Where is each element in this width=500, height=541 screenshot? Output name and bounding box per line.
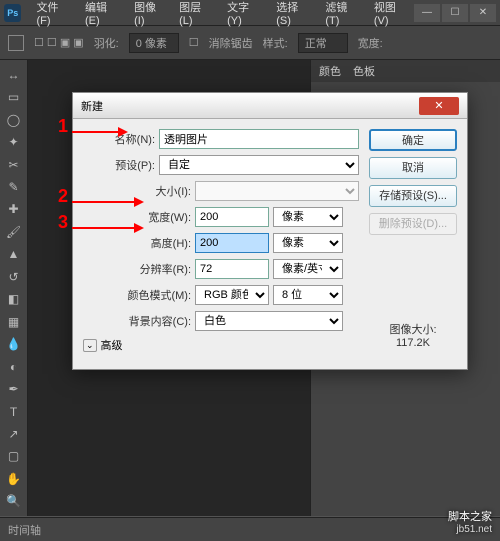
resolution-input[interactable] [195, 259, 269, 279]
style-select[interactable]: 正常 [298, 33, 348, 53]
preset-label: 预设(P): [83, 157, 155, 173]
maximize-button[interactable]: ☐ [442, 4, 468, 22]
image-size-label: 图像大小: [369, 321, 457, 337]
width-unit-select[interactable]: 像素 [273, 207, 343, 227]
dialog-title: 新建 [81, 98, 103, 114]
style-label: 样式: [263, 35, 288, 51]
dialog-titlebar[interactable]: 新建 ✕ [73, 93, 467, 119]
height-input[interactable] [195, 233, 269, 253]
tools-panel: ↔ ▭ ◯ ✦ ✂ ✎ ✚ 🖌 ▲ ↺ ◧ ▦ 💧 ◐ ✒ T ↗ ▢ ✋ 🔍 [0, 60, 28, 516]
width-input[interactable] [195, 207, 269, 227]
timeline-tab[interactable]: 时间轴 [8, 522, 41, 538]
tab-color[interactable]: 颜色 [319, 63, 341, 79]
delete-preset-button: 删除预设(D)... [369, 213, 457, 235]
healing-tool-icon[interactable]: ✚ [2, 199, 26, 220]
crop-tool-icon[interactable]: ✂ [2, 154, 26, 175]
gradient-tool-icon[interactable]: ▦ [2, 311, 26, 332]
feather-label: 羽化: [94, 35, 119, 51]
options-bar: ☐ ☐ ▣ ▣ 羽化: 0 像素 ☐ 消除锯齿 样式: 正常 宽度: [0, 26, 500, 60]
marquee-tool-icon[interactable] [8, 35, 24, 51]
dodge-tool-icon[interactable]: ◐ [2, 356, 26, 377]
tab-swatches[interactable]: 色板 [353, 63, 375, 79]
color-mode-label: 颜色模式(M): [83, 287, 191, 303]
save-preset-button[interactable]: 存储预设(S)... [369, 185, 457, 207]
menu-image[interactable]: 图像(I) [129, 0, 170, 29]
annotation-arrow-1 [72, 126, 128, 138]
annotation-number-2: 2 [58, 186, 68, 207]
status-bar: 时间轴 [0, 517, 500, 541]
annotation-number-3: 3 [58, 212, 68, 233]
stamp-tool-icon[interactable]: ▲ [2, 244, 26, 265]
antialias-checkbox[interactable]: ☐ [189, 36, 199, 49]
background-label: 背景内容(C): [83, 313, 191, 329]
antialias-label: 消除锯齿 [209, 35, 253, 51]
color-mode-select[interactable]: RGB 颜色 [195, 285, 269, 305]
advanced-toggle-icon[interactable]: ⌄ [83, 339, 97, 352]
resolution-label: 分辨率(R): [83, 261, 191, 277]
name-input[interactable] [159, 129, 359, 149]
type-tool-icon[interactable]: T [2, 401, 26, 422]
window-controls: — ☐ ✕ [414, 4, 496, 22]
menu-edit[interactable]: 编辑(E) [80, 0, 125, 29]
lasso-tool-icon[interactable]: ◯ [2, 109, 26, 130]
cancel-button[interactable]: 取消 [369, 157, 457, 179]
bit-depth-select[interactable]: 8 位 [273, 285, 343, 305]
selection-mode-icons[interactable]: ☐ ☐ ▣ ▣ [34, 36, 84, 49]
marquee-tool-icon[interactable]: ▭ [2, 86, 26, 107]
zoom-tool-icon[interactable]: 🔍 [2, 491, 26, 512]
shape-tool-icon[interactable]: ▢ [2, 446, 26, 467]
path-tool-icon[interactable]: ↗ [2, 423, 26, 444]
brush-tool-icon[interactable]: 🖌 [2, 221, 26, 242]
advanced-label[interactable]: 高级 [101, 337, 123, 353]
menu-file[interactable]: 文件(F) [31, 0, 76, 29]
wand-tool-icon[interactable]: ✦ [2, 131, 26, 152]
watermark: 脚本之家 jb51.net [448, 507, 492, 535]
menu-bar: 文件(F) 编辑(E) 图像(I) 图层(L) 文字(Y) 选择(S) 滤镜(T… [31, 0, 414, 29]
width-label: 宽度: [358, 35, 383, 51]
menu-filter[interactable]: 滤镜(T) [320, 0, 365, 29]
blur-tool-icon[interactable]: 💧 [2, 333, 26, 354]
annotation-arrow-2 [72, 196, 144, 208]
minimize-button[interactable]: — [414, 4, 440, 22]
eraser-tool-icon[interactable]: ◧ [2, 289, 26, 310]
image-size-value: 117.2K [369, 337, 457, 349]
size-select [195, 181, 359, 201]
resolution-unit-select[interactable]: 像素/英寸 [273, 259, 343, 279]
app-logo: Ps [4, 4, 21, 22]
annotation-number-1: 1 [58, 116, 68, 137]
history-brush-icon[interactable]: ↺ [2, 266, 26, 287]
menu-type[interactable]: 文字(Y) [222, 0, 267, 29]
ok-button[interactable]: 确定 [369, 129, 457, 151]
height-unit-select[interactable]: 像素 [273, 233, 343, 253]
dialog-close-button[interactable]: ✕ [419, 97, 459, 115]
menu-view[interactable]: 视图(V) [369, 0, 414, 29]
eyedropper-tool-icon[interactable]: ✎ [2, 176, 26, 197]
close-button[interactable]: ✕ [470, 4, 496, 22]
menu-layer[interactable]: 图层(L) [174, 0, 218, 29]
menu-select[interactable]: 选择(S) [271, 0, 316, 29]
annotation-arrow-3 [72, 222, 144, 234]
title-bar: Ps 文件(F) 编辑(E) 图像(I) 图层(L) 文字(Y) 选择(S) 滤… [0, 0, 500, 26]
hand-tool-icon[interactable]: ✋ [2, 468, 26, 489]
panel-tabs: 颜色 色板 [311, 60, 500, 82]
move-tool-icon[interactable]: ↔ [2, 64, 26, 85]
height-label: 高度(H): [83, 235, 191, 251]
feather-value[interactable]: 0 像素 [129, 33, 179, 53]
preset-select[interactable]: 自定 [159, 155, 359, 175]
background-select[interactable]: 白色 [195, 311, 343, 331]
pen-tool-icon[interactable]: ✒ [2, 378, 26, 399]
